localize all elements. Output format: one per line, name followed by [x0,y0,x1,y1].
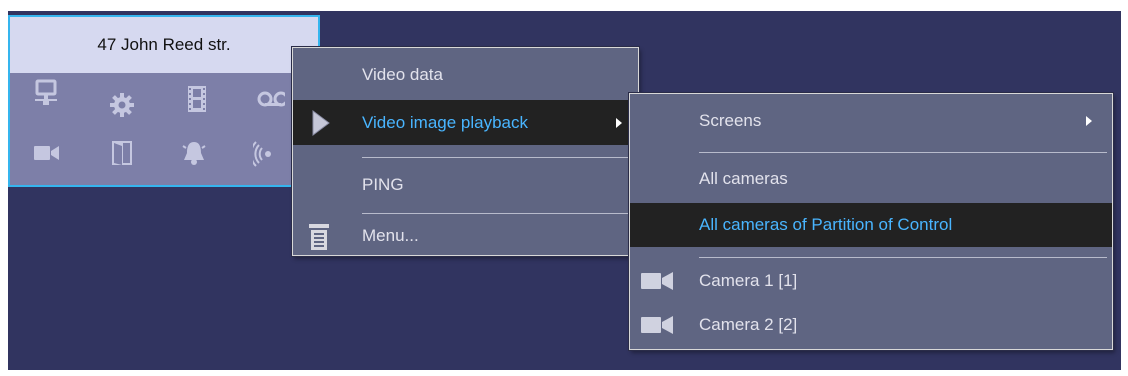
audio-tape-icon[interactable] [257,85,285,113]
menu-list-icon [309,224,329,250]
submenu-video-playback: Screens All cameras All cameras of Parti… [629,93,1113,350]
submenu-arrow-icon [1086,116,1092,126]
camera-icon[interactable] [32,139,60,167]
submenu-item-all-cameras-partition[interactable]: All cameras of Partition of Control [630,203,1112,247]
camera-icon [641,316,673,334]
submenu-item-camera-1[interactable]: Camera 1 [1] [630,260,1112,302]
desktop-background: 47 John Reed str. Video data Video image… [8,11,1121,370]
object-tile[interactable]: 47 John Reed str. [8,15,320,187]
gear-icon[interactable] [108,91,136,119]
door-icon[interactable] [108,139,136,167]
network-icon[interactable] [32,79,60,107]
menu-item-video-data[interactable]: Video data [293,56,638,94]
camera-icon [641,272,673,290]
object-title: 47 John Reed str. [10,17,318,73]
submenu-arrow-icon [616,117,622,128]
menu-item-video-image-playback[interactable]: Video image playback [293,100,638,145]
submenu-item-screens[interactable]: Screens [630,102,1112,140]
menu-separator [362,157,633,158]
context-menu: Video data Video image playback PING Men… [292,47,639,256]
menu-separator [699,257,1107,258]
menu-item-ping[interactable]: PING [293,162,638,208]
alarm-bell-icon[interactable] [180,139,208,167]
wireless-icon[interactable] [253,139,281,167]
menu-item-menu[interactable]: Menu... [293,218,638,254]
play-arrow-icon [312,110,330,136]
submenu-item-camera-2[interactable]: Camera 2 [2] [630,304,1112,346]
menu-separator [699,152,1107,153]
submenu-item-all-cameras[interactable]: All cameras [630,156,1112,202]
film-icon[interactable] [183,85,211,113]
menu-separator [362,213,633,214]
